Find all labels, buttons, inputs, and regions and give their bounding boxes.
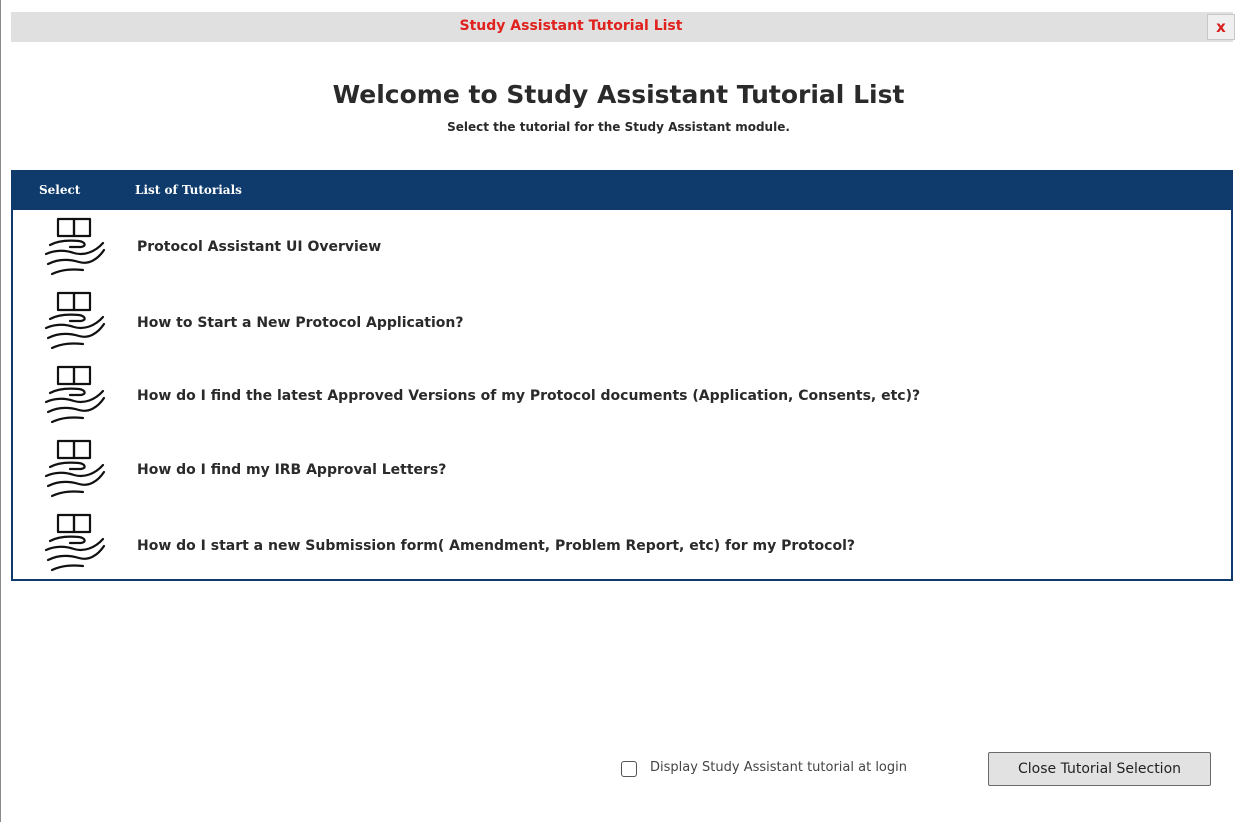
- open-book-hand-icon[interactable]: [41, 436, 107, 504]
- close-button[interactable]: x: [1207, 14, 1235, 40]
- welcome-subtitle: Select the tutorial for the Study Assist…: [447, 120, 790, 134]
- tutorial-title[interactable]: How do I find my IRB Approval Letters?: [137, 458, 446, 482]
- open-book-hand-icon[interactable]: [41, 214, 107, 282]
- tutorial-dialog: Study Assistant Tutorial List x Welcome …: [0, 0, 1235, 822]
- tutorial-title[interactable]: How do I start a new Submission form( Am…: [137, 534, 855, 558]
- tutorial-row[interactable]: How to Start a New Protocol Application?: [13, 284, 1231, 358]
- open-book-hand-icon[interactable]: [41, 510, 107, 578]
- tutorial-row[interactable]: How do I find the latest Approved Versio…: [13, 358, 1231, 432]
- display-at-login-checkbox[interactable]: [621, 761, 637, 777]
- close-tutorial-selection-button[interactable]: Close Tutorial Selection: [988, 752, 1211, 786]
- dialog-titlebar: Study Assistant Tutorial List x: [11, 12, 1235, 42]
- open-book-hand-icon[interactable]: [41, 362, 107, 430]
- tutorial-row[interactable]: How do I find my IRB Approval Letters?: [13, 432, 1231, 506]
- table-header: Select List of Tutorials: [11, 170, 1233, 210]
- welcome-heading: Welcome to Study Assistant Tutorial List: [332, 80, 905, 109]
- open-book-hand-icon[interactable]: [41, 288, 107, 356]
- display-at-login-label[interactable]: Display Study Assistant tutorial at logi…: [650, 760, 907, 775]
- dialog-title: Study Assistant Tutorial List: [459, 18, 683, 34]
- tutorial-row[interactable]: Protocol Assistant UI Overview: [13, 210, 1231, 284]
- tutorial-title[interactable]: How do I find the latest Approved Versio…: [137, 384, 920, 408]
- tutorial-title[interactable]: How to Start a New Protocol Application?: [137, 311, 463, 335]
- tutorial-row[interactable]: How do I start a new Submission form( Am…: [13, 506, 1231, 580]
- column-header-select: Select: [39, 183, 81, 197]
- column-header-list: List of Tutorials: [135, 183, 242, 197]
- tutorial-title[interactable]: Protocol Assistant UI Overview: [137, 235, 381, 259]
- tutorial-table: Select List of Tutorials Protocol Assist…: [11, 170, 1233, 581]
